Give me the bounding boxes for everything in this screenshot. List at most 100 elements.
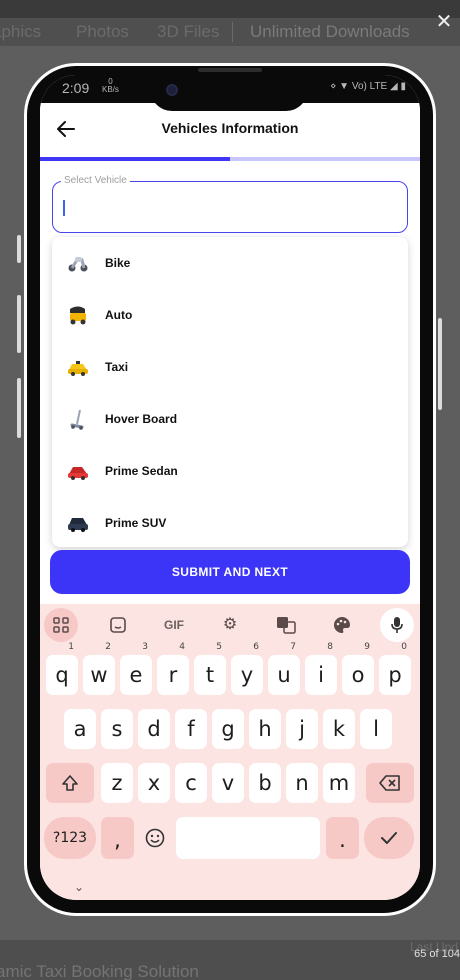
key-z[interactable]: z	[101, 763, 133, 803]
image-counter: 65 of 104	[414, 948, 460, 960]
key-letter: b	[258, 771, 272, 795]
key-g[interactable]: g	[212, 709, 244, 749]
symbols-key[interactable]: ?123	[44, 817, 96, 859]
signal-icon: ◢	[390, 81, 398, 92]
hoverboard-icon	[70, 409, 84, 430]
suv-icon	[68, 518, 88, 532]
key-letter: u	[277, 663, 291, 687]
key-number-hint: 7	[290, 642, 296, 652]
key-number-hint: 9	[364, 642, 370, 652]
battery-icon: ▮	[400, 81, 406, 92]
vehicle-option-hover-board[interactable]: Hover Board	[52, 393, 408, 445]
key-x[interactable]: x	[138, 763, 170, 803]
gif-button[interactable]: GIF	[156, 608, 192, 642]
emoji-key[interactable]	[139, 817, 171, 859]
key-b[interactable]: b	[249, 763, 281, 803]
tab-3d-files[interactable]: 3D Files	[157, 22, 219, 42]
key-number-hint: 0	[401, 642, 407, 652]
key-w[interactable]: w2	[83, 643, 115, 695]
item-title: amic Taxi Booking Solution	[0, 962, 199, 980]
shift-key[interactable]	[46, 763, 94, 803]
key-i[interactable]: i8	[305, 643, 337, 695]
text-cursor	[63, 200, 65, 216]
tab-graphics[interactable]: aphics	[0, 22, 41, 42]
vehicle-option-bike[interactable]: Bike	[52, 237, 408, 289]
sticker-icon[interactable]	[100, 608, 136, 642]
background-category-tabs: aphics Photos 3D Files Unlimited Downloa…	[0, 18, 460, 46]
key-h[interactable]: h	[249, 709, 281, 749]
sedan-icon	[68, 467, 88, 480]
key-j[interactable]: j	[286, 709, 318, 749]
comma-key[interactable]: ,	[101, 817, 134, 859]
vehicle-option-prime-sedan[interactable]: Prime Sedan	[52, 445, 408, 497]
key-d[interactable]: d	[138, 709, 170, 749]
vehicle-option-prime-suv[interactable]: Prime SUV	[52, 497, 408, 549]
space-key[interactable]	[176, 817, 320, 859]
key-letter: i	[318, 663, 324, 687]
phone-screen: 2:09 0 KB/s ⋄ ▼ Vo) LTE ◢ ▮ Vehicles Inf…	[40, 75, 420, 900]
page-title: Vehicles Information	[161, 120, 299, 136]
key-letter: g	[221, 717, 235, 741]
key-t[interactable]: t5	[194, 643, 226, 695]
taxi-icon	[68, 361, 88, 376]
key-u[interactable]: u7	[268, 643, 300, 695]
key-letter: z	[111, 771, 123, 795]
key-l[interactable]: l	[360, 709, 392, 749]
key-s[interactable]: s	[101, 709, 133, 749]
key-number-hint: 6	[253, 642, 259, 652]
microphone-icon[interactable]	[380, 608, 414, 642]
key-letter: c	[185, 771, 197, 795]
tab-divider	[232, 22, 233, 42]
key-letter: h	[258, 717, 272, 741]
key-letter: f	[187, 717, 195, 741]
network-speed: 0 KB/s	[102, 78, 119, 94]
key-c[interactable]: c	[175, 763, 207, 803]
key-m[interactable]: m	[323, 763, 355, 803]
step-progress-bar	[40, 157, 420, 161]
key-f[interactable]: f	[175, 709, 207, 749]
key-number-hint: 4	[179, 642, 185, 652]
key-letter: n	[295, 771, 309, 795]
close-icon[interactable]: ✕	[432, 10, 456, 34]
key-o[interactable]: o9	[342, 643, 374, 695]
tab-unlimited-downloads[interactable]: Unlimited Downloads	[250, 22, 410, 42]
network-speed-unit: KB/s	[102, 85, 119, 94]
key-letter: r	[168, 663, 178, 687]
key-letter: w	[90, 663, 108, 687]
key-letter: l	[373, 717, 379, 741]
key-p[interactable]: p0	[379, 643, 411, 695]
period-key[interactable]: .	[326, 817, 359, 859]
soft-keyboard: GIF ⚙ q1w2e3r4t5y6u7i8o9p0 asdfghjkl z x…	[40, 604, 420, 900]
gear-icon[interactable]: ⚙	[212, 608, 248, 642]
key-q[interactable]: q1	[46, 643, 78, 695]
key-letter: o	[351, 663, 365, 687]
vehicle-option-label: Hover Board	[105, 412, 178, 426]
select-vehicle-field[interactable]: Select Vehicle	[52, 175, 408, 233]
apps-grid-icon[interactable]	[44, 608, 78, 642]
key-y[interactable]: y6	[231, 643, 263, 695]
enter-key[interactable]	[364, 817, 414, 859]
key-e[interactable]: e3	[120, 643, 152, 695]
key-k[interactable]: k	[323, 709, 355, 749]
key-v[interactable]: v	[212, 763, 244, 803]
tab-photos[interactable]: Photos	[76, 22, 129, 42]
chevron-down-icon[interactable]: ⌄	[74, 880, 88, 894]
key-letter: q	[55, 663, 69, 687]
vehicle-option-label: Prime Sedan	[105, 464, 178, 478]
key-letter: k	[332, 717, 346, 741]
phone-volume-down-button	[17, 378, 21, 438]
vibrate-icon: ⋄	[330, 81, 337, 92]
vehicle-option-taxi[interactable]: Taxi	[52, 341, 408, 393]
key-letter: m	[328, 771, 350, 795]
status-icons: ⋄ ▼ Vo) LTE ◢ ▮	[330, 81, 406, 92]
key-letter: d	[147, 717, 161, 741]
vehicle-option-auto[interactable]: Auto	[52, 289, 408, 341]
phone-volume-up-button	[17, 295, 21, 353]
translate-icon[interactable]	[268, 608, 304, 642]
submit-and-next-button[interactable]: SUBMIT AND NEXT	[50, 550, 410, 594]
backspace-key[interactable]	[366, 763, 414, 803]
palette-icon[interactable]	[324, 608, 360, 642]
key-n[interactable]: n	[286, 763, 318, 803]
key-r[interactable]: r4	[157, 643, 189, 695]
key-a[interactable]: a	[64, 709, 96, 749]
